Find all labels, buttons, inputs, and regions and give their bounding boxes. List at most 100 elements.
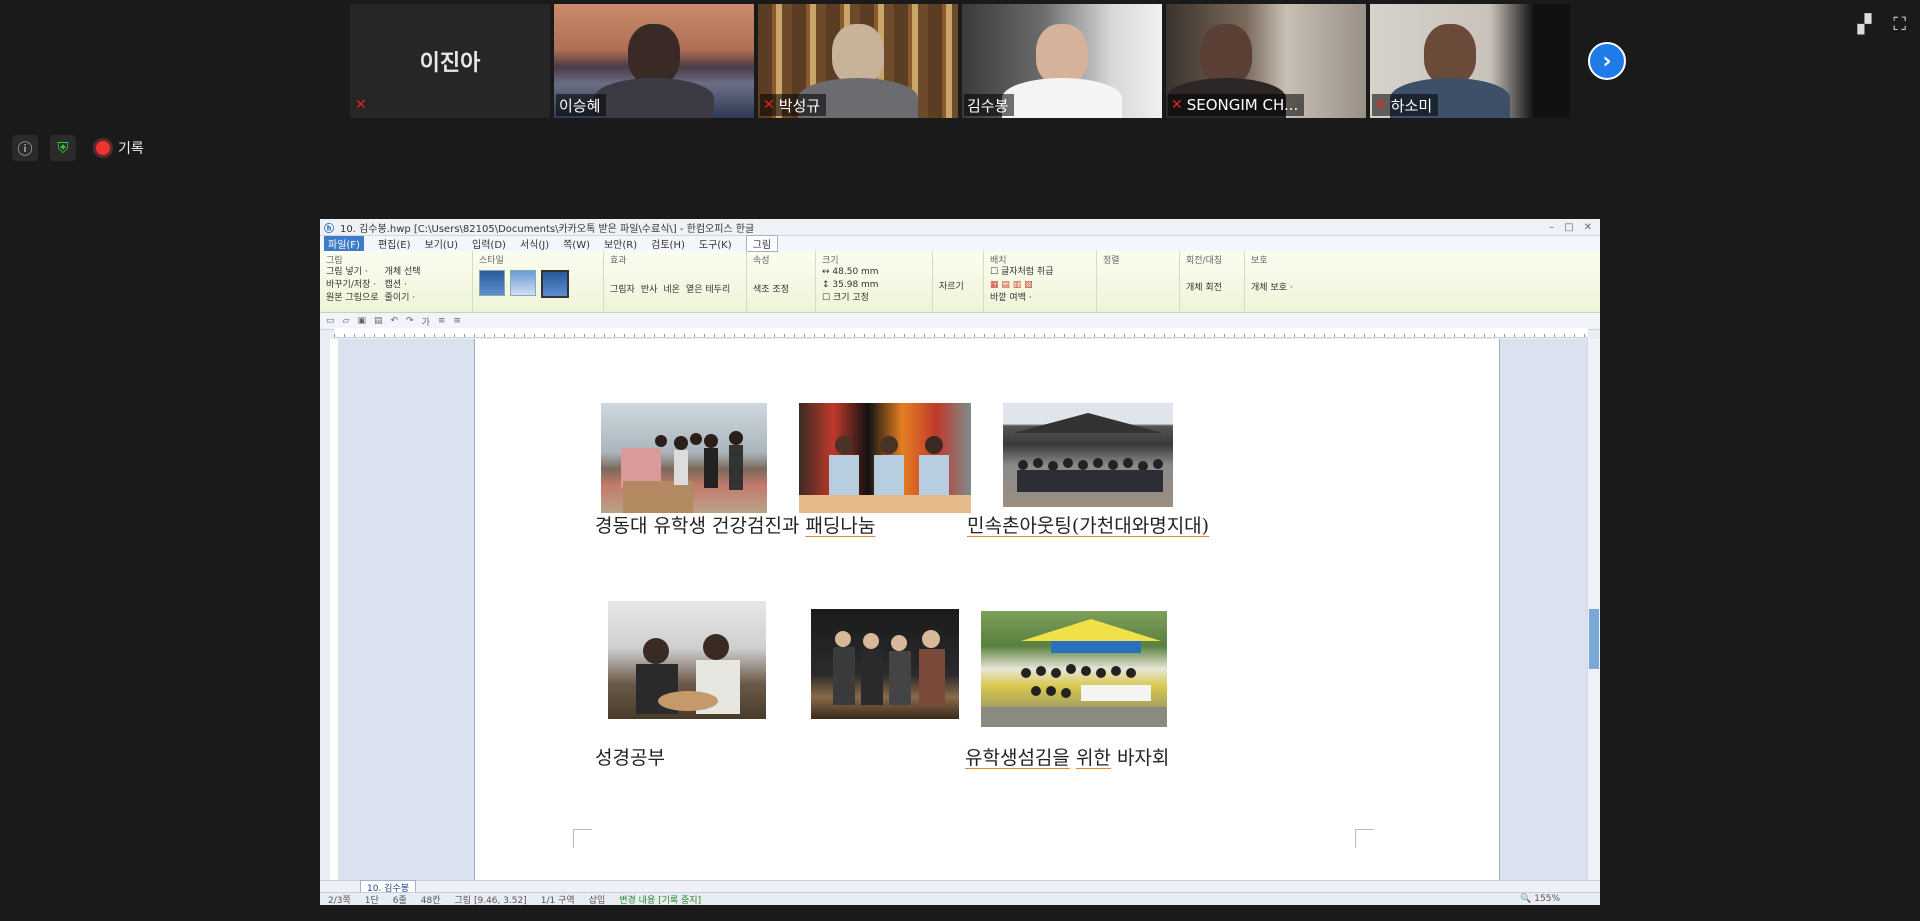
- participant-tile[interactable]: ✕ SEONGIM CH...: [1166, 4, 1366, 118]
- chevron-right-icon[interactable]: ›: [1588, 42, 1626, 80]
- ribbon-group-size: 크기 ↔ 48.50 mm ↕ 35.98 mm ☐ 크기 고정: [816, 251, 933, 312]
- original-picture-button[interactable]: 원본 그림으로: [326, 292, 379, 305]
- status-page: 2/3쪽: [328, 895, 351, 906]
- info-icon[interactable]: ⓘ: [12, 135, 38, 161]
- scrollbar-thumb[interactable]: [1589, 609, 1599, 669]
- protect-object-button[interactable]: 개체 보호 ·: [1251, 282, 1301, 295]
- caption-row2-right: 유학생섬김을 위한 바자회: [965, 743, 1169, 770]
- shadow-button[interactable]: 그림자: [610, 284, 635, 297]
- participant-name: 박성규: [778, 96, 821, 115]
- ribbon-group-effect: 효과 그림자 반사 네온 옅은 테두리: [604, 251, 747, 312]
- menu-format[interactable]: 서식(J): [520, 236, 549, 251]
- redo-icon[interactable]: ↷: [406, 316, 414, 326]
- treat-as-char-checkbox[interactable]: ☐ 글자처럼 취급: [990, 266, 1090, 279]
- align-center-icon[interactable]: ≡: [453, 316, 461, 326]
- speaker-view-icon[interactable]: ▞: [1858, 14, 1872, 35]
- tent-and-people: [981, 619, 1167, 727]
- participant-tile[interactable]: ✕ 박성규: [758, 4, 958, 118]
- new-doc-icon[interactable]: ▭: [326, 316, 335, 326]
- undo-icon[interactable]: ↶: [390, 316, 398, 326]
- people-silhouettes: [621, 431, 743, 513]
- align-left-icon[interactable]: ≡: [438, 316, 446, 326]
- menu-page[interactable]: 쪽(W): [563, 236, 590, 251]
- participant-tile[interactable]: 이승혜: [554, 4, 754, 118]
- ribbon-group-picture: 그림 그림 넣기 · 바꾸기/저장 · 원본 그림으로 개체 선택 캡션 · 줄…: [320, 251, 473, 312]
- color-adjust-button[interactable]: 색조 조정: [753, 284, 809, 297]
- insert-picture-button[interactable]: 그림 넣기 ·: [326, 266, 379, 279]
- vertical-scrollbar[interactable]: [1587, 339, 1600, 881]
- picture-style-thumb[interactable]: [479, 270, 505, 296]
- menu-file[interactable]: 파일(F): [324, 236, 364, 251]
- record-dot-icon: [96, 141, 110, 155]
- ribbon-group-label: 효과: [610, 256, 627, 266]
- minimize-icon[interactable]: –: [1549, 222, 1554, 233]
- folk-village-group-photo: [1003, 403, 1173, 507]
- participant-tile[interactable]: ✕ 하소미: [1370, 4, 1570, 118]
- ribbon-group-label: 보호: [1251, 256, 1268, 266]
- fullscreen-icon[interactable]: ⛶: [1893, 14, 1906, 35]
- maximize-icon[interactable]: □: [1564, 222, 1573, 233]
- menu-insert[interactable]: 입력(D): [472, 236, 506, 251]
- menu-tools[interactable]: 도구(K): [699, 236, 732, 251]
- menu-picture[interactable]: 그림: [745, 235, 779, 252]
- ribbon-group-rotate: 회전/대칭 개체 회전: [1180, 251, 1245, 312]
- picture-style-thumb[interactable]: [510, 270, 536, 296]
- status-track-changes[interactable]: 변경 내용 [기록 중지]: [619, 893, 701, 906]
- participant-nameplate: ✕ 하소미: [1372, 94, 1439, 116]
- select-object-button[interactable]: 개체 선택: [385, 266, 421, 279]
- size-lock-label: 크기 고정: [832, 293, 869, 303]
- zoom-control[interactable]: 🔍 155%: [1520, 894, 1600, 904]
- reflection-button[interactable]: 반사: [641, 284, 658, 297]
- people-silhouettes: [833, 630, 945, 705]
- caption-row1-right: 민속촌아웃팅(가천대와명지대): [967, 511, 1209, 538]
- bible-study-cafe-photo: [608, 601, 766, 719]
- menu-security[interactable]: 보안(R): [604, 236, 637, 251]
- ribbon-group-label: 정렬: [1103, 256, 1120, 266]
- bold-icon[interactable]: 가: [422, 315, 430, 328]
- document-page[interactable]: 경동대 유학생 건강검진과 패딩나눔 민속촌아웃팅(가천대와명지대) 성경공부 …: [474, 339, 1500, 881]
- neon-button[interactable]: 네온: [663, 284, 680, 297]
- height-value: 35.98 mm: [832, 280, 879, 290]
- wrap-icons[interactable]: ▦ ▤ ▥ ▧: [990, 279, 1090, 292]
- mic-muted-icon: ✕: [1375, 97, 1387, 113]
- reduce-button[interactable]: 줄이기 ·: [385, 292, 421, 305]
- participant-tile-active-speaker[interactable]: 김수봉: [962, 4, 1162, 118]
- crop-button[interactable]: 자르기: [939, 281, 977, 294]
- close-icon[interactable]: ✕: [1584, 222, 1592, 233]
- caption-word: 패딩나눔: [805, 515, 876, 537]
- open-icon[interactable]: ▱: [343, 316, 350, 326]
- bazaar-tent-photo: [981, 611, 1167, 727]
- print-icon[interactable]: ▤: [374, 316, 383, 326]
- hwp-app-icon: ⓗ: [324, 223, 334, 235]
- participant-tile[interactable]: 이진아 ✕: [350, 4, 550, 118]
- replace-save-button[interactable]: 바꾸기/저장 ·: [326, 279, 379, 292]
- mic-muted-icon: ✕: [355, 97, 367, 113]
- size-lock-checkbox[interactable]: ☐ 크기 고정: [822, 292, 926, 305]
- participant-name: 이승혜: [559, 96, 601, 115]
- window-controls: – □ ✕: [1549, 222, 1600, 233]
- height-field[interactable]: ↕ 35.98 mm: [822, 279, 926, 292]
- save-icon[interactable]: ▣: [357, 316, 366, 326]
- recording-indicator[interactable]: 기록: [96, 138, 144, 158]
- rotate-object-button[interactable]: 개체 회전: [1186, 282, 1238, 295]
- ribbon-group-arrange: 배치 ☐ 글자처럼 취급 ▦ ▤ ▥ ▧ 바깥 여백 ·: [984, 251, 1097, 312]
- caption-word: 민속촌아웃팅(가천대와명지대): [967, 515, 1210, 537]
- width-field[interactable]: ↔ 48.50 mm: [822, 266, 926, 279]
- status-insert-mode[interactable]: 삽입: [589, 893, 606, 906]
- treat-as-char-label: 글자처럼 취급: [1000, 267, 1054, 277]
- ribbon-group-crop: 자르기: [933, 251, 984, 312]
- ribbon-group-label: 배치: [990, 256, 1007, 266]
- shared-screen-hwp-window: ⓗ 10. 김수봉.hwp [C:\Users\82105\Documents\…: [320, 219, 1600, 905]
- caption-button[interactable]: 캡션 ·: [385, 279, 421, 292]
- menu-review[interactable]: 검토(H): [651, 236, 685, 251]
- status-char: 48칸: [420, 895, 441, 906]
- menu-edit[interactable]: 편집(E): [378, 236, 411, 251]
- picture-style-thumb[interactable]: [541, 270, 569, 298]
- menu-view[interactable]: 보기(U): [425, 236, 459, 251]
- soft-edge-button[interactable]: 옅은 테두리: [686, 284, 730, 297]
- ribbon-group-label: 그림: [326, 256, 343, 266]
- participant-nameplate: 김수봉: [964, 94, 1015, 116]
- participant-name: SEONGIM CH...: [1186, 96, 1299, 114]
- shield-icon[interactable]: ⛨: [50, 135, 76, 161]
- outer-margin-button[interactable]: 바깥 여백 ·: [990, 292, 1090, 305]
